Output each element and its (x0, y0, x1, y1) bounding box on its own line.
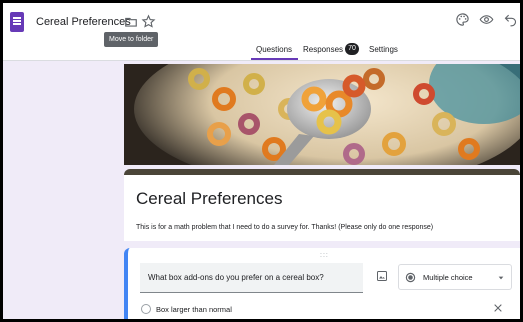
close-icon[interactable] (493, 303, 503, 313)
tab-bar: Questions Responses 70 Settings (3, 43, 520, 61)
forms-logo-icon[interactable] (10, 12, 24, 32)
undo-icon[interactable] (503, 12, 518, 27)
question-card[interactable]: ::: What box add-ons do you prefer on a … (124, 248, 520, 319)
folder-icon[interactable] (124, 15, 138, 29)
document-title[interactable]: Cereal Preferences (36, 16, 131, 28)
palette-icon[interactable] (455, 12, 470, 27)
question-input[interactable]: What box add-ons do you prefer on a cere… (140, 263, 363, 293)
header-image (124, 64, 520, 165)
option-text[interactable]: Box larger than normal (156, 305, 232, 314)
dropdown-icon (498, 276, 504, 280)
drag-handle-icon[interactable]: ::: (320, 252, 329, 259)
form-title[interactable]: Cereal Preferences (136, 189, 282, 209)
question-text: What box add-ons do you prefer on a cere… (148, 273, 324, 282)
active-tab-indicator (251, 58, 298, 60)
tab-responses[interactable]: Responses (303, 45, 343, 54)
tab-questions[interactable]: Questions (256, 45, 292, 54)
form-description[interactable]: This is for a math problem that I need t… (136, 224, 433, 231)
form-title-card[interactable]: Cereal Preferences This is for a math pr… (124, 169, 520, 241)
question-type-select[interactable]: Multiple choice (398, 264, 512, 290)
app-window: Cereal Preferences Move to folder Questi… (3, 3, 520, 319)
eye-icon[interactable] (479, 12, 494, 27)
star-icon[interactable] (141, 14, 156, 29)
question-type-label: Multiple choice (423, 273, 473, 282)
top-bar: Cereal Preferences Move to folder Questi… (3, 3, 520, 61)
option-radio[interactable] (141, 304, 151, 314)
responses-count-badge: 70 (345, 43, 359, 55)
radio-icon (405, 272, 416, 283)
image-icon[interactable] (376, 270, 388, 282)
tab-settings[interactable]: Settings (369, 45, 398, 54)
